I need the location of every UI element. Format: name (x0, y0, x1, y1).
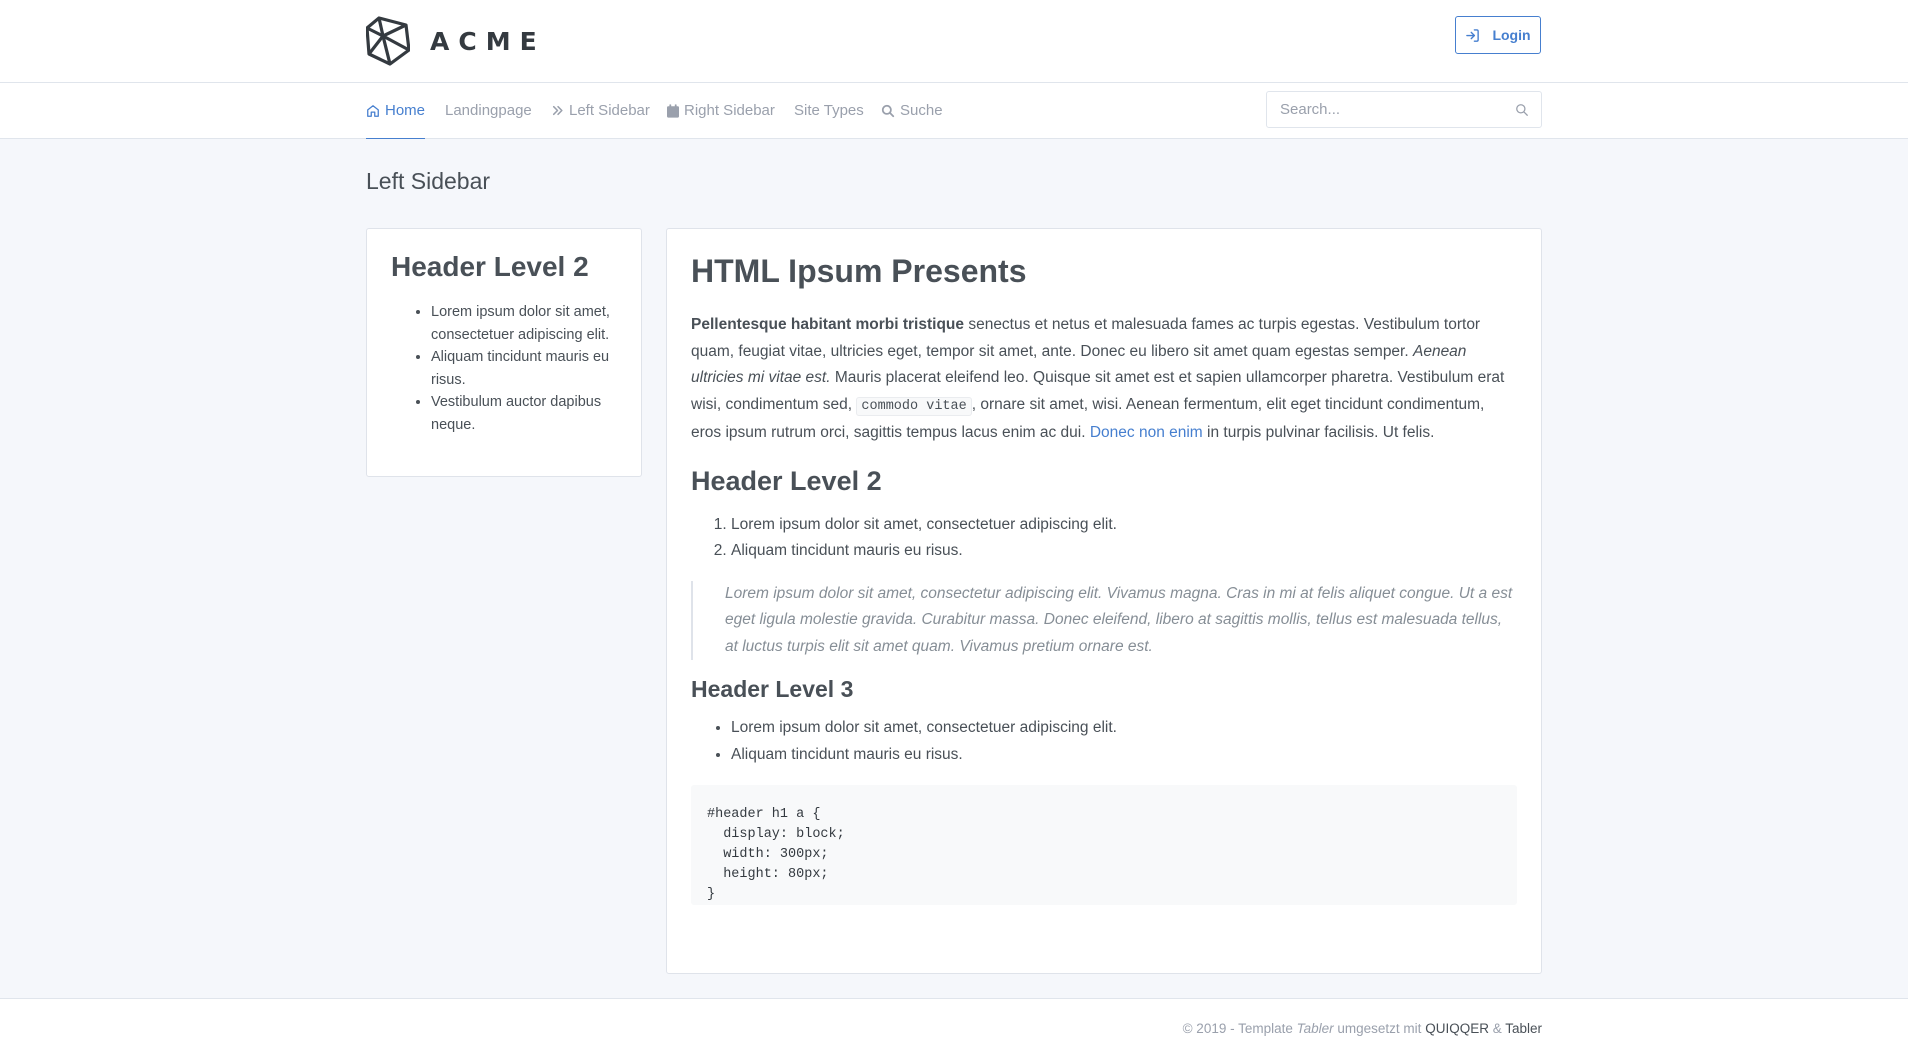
nav-item-left-sidebar[interactable]: Left Sidebar (551, 83, 650, 138)
search-icon (881, 104, 895, 117)
nav-item-label: Landingpage (445, 102, 532, 119)
footer-copyright: © 2019 - Template Tabler umgesetzt mit Q… (1183, 1021, 1542, 1036)
section-heading-3: Header Level 3 (691, 676, 854, 702)
footer: © 2019 - Template Tabler umgesetzt mit Q… (0, 998, 1908, 1061)
list-item: Aliquam tincidunt mauris eu risus. (731, 538, 1517, 565)
nav-item-label: Left Sidebar (569, 102, 650, 119)
nav-item-home[interactable]: Home (366, 83, 426, 139)
section-heading-2: Header Level 2 (691, 465, 882, 496)
unordered-list: Lorem ipsum dolor sit amet, consectetuer… (691, 715, 1517, 768)
calendar-icon (667, 103, 679, 118)
list-item: Aliquam tincidunt mauris eu risus. (731, 742, 1517, 769)
login-label: Login (1492, 27, 1531, 43)
login-icon (1466, 28, 1480, 42)
home-icon (367, 104, 379, 117)
list-item: Lorem ipsum dolor sit amet, consectetuer… (731, 715, 1517, 742)
logo-icon (366, 16, 410, 66)
list-item: Aliquam tincidunt mauris eu risus. (431, 346, 617, 391)
donec-link[interactable]: Donec non enim (1090, 424, 1203, 441)
nav-item-label: Right Sidebar (684, 102, 775, 119)
bold-text: Pellentesque habitant morbi tristique (691, 316, 965, 333)
double-chevron-right-icon (552, 105, 563, 116)
nav-item-label: Site Types (794, 102, 864, 119)
ordered-list: Lorem ipsum dolor sit amet, consectetuer… (691, 512, 1517, 565)
login-button[interactable]: Login (1455, 16, 1541, 54)
paragraph-text: in turpis pulvinar facilisis. Ut felis. (1202, 424, 1435, 441)
page-title: Left Sidebar (366, 168, 491, 194)
nav-item-suche[interactable]: Suche (881, 83, 943, 138)
search-input[interactable] (1267, 92, 1500, 127)
tabler-link[interactable]: Tabler (1505, 1021, 1542, 1036)
list-item: Lorem ipsum dolor sit amet, consectetuer… (431, 301, 617, 346)
nav-item-landingpage[interactable]: Landingpage (445, 83, 532, 138)
template-name: Tabler (1296, 1021, 1334, 1036)
search-submit-icon[interactable] (1515, 103, 1529, 117)
logo[interactable]: ACME (366, 16, 546, 66)
logo-text: ACME (430, 26, 546, 56)
footer-text: & (1488, 1021, 1506, 1036)
nav-item-site-types[interactable]: Site Types (794, 83, 864, 138)
code-block: #header h1 a { display: block; width: 30… (691, 785, 1517, 905)
nav-item-label: Home (385, 102, 426, 119)
article-paragraph: Pellentesque habitant morbi tristique se… (691, 312, 1517, 447)
footer-text: © 2019 - Template (1182, 1021, 1297, 1036)
quiqqer-link[interactable]: QUIQQER (1425, 1021, 1489, 1036)
blockquote: Lorem ipsum dolor sit amet, consectetur … (691, 580, 1517, 660)
top-header: ACME Login (0, 0, 1908, 83)
list-item: Vestibulum auctor dapibus neque. (431, 391, 617, 436)
nav-item-label: Suche (900, 102, 943, 119)
nav-item-right-sidebar[interactable]: Right Sidebar (667, 83, 775, 138)
footer-text: umgesetzt mit (1333, 1021, 1426, 1036)
sidebar-card: Header Level 2 Lorem ipsum dolor sit ame… (366, 228, 642, 477)
sidebar-list: Lorem ipsum dolor sit amet, consectetuer… (391, 301, 617, 436)
sidebar-card-heading: Header Level 2 (391, 251, 589, 282)
article-title: HTML Ipsum Presents (691, 253, 1027, 289)
main-nav: Home Landingpage Left Sidebar Right Side… (0, 83, 1908, 139)
list-item: Lorem ipsum dolor sit amet, consectetuer… (731, 512, 1517, 539)
inline-code: commodo vitae (856, 396, 972, 416)
main-content-card: HTML Ipsum Presents Pellentesque habitan… (666, 228, 1542, 974)
search-field (1266, 91, 1542, 128)
